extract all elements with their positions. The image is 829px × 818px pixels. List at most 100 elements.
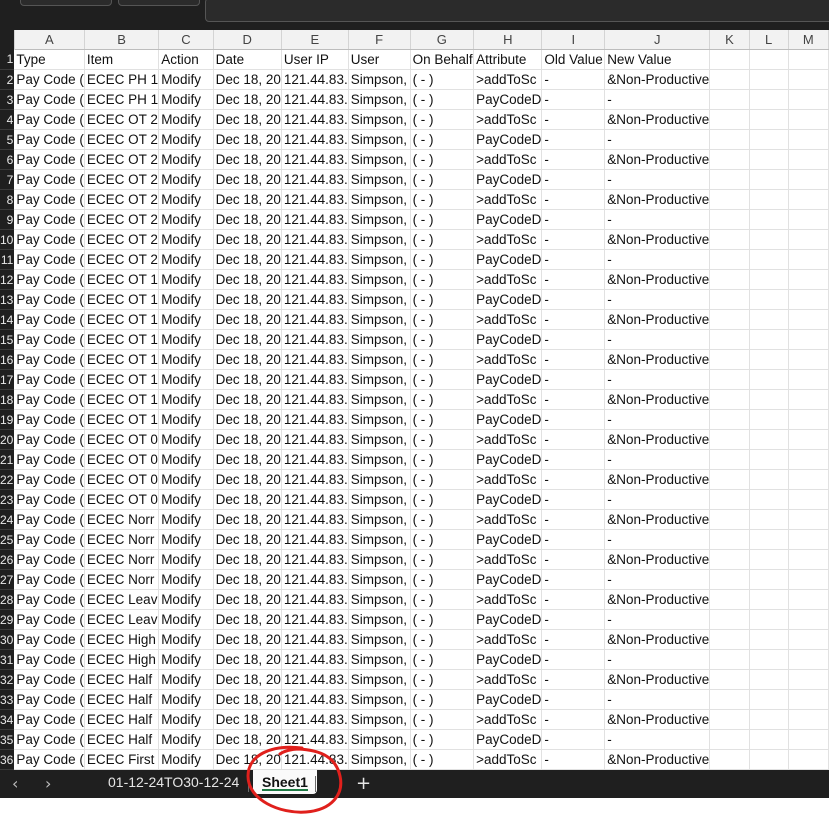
cell[interactable]: 121.44.83. [281,169,349,190]
row-header[interactable]: 27 [0,569,15,590]
cell[interactable]: Pay Code ( [14,529,85,550]
cell[interactable]: ( - ) [410,89,475,110]
cell[interactable]: Simpson, [348,189,411,210]
cell[interactable]: Dec 18, 20 [213,329,282,350]
cell[interactable]: ( - ) [410,349,475,370]
cell[interactable]: 121.44.83. [281,249,349,270]
cell[interactable]: Modify [158,349,214,370]
cell[interactable]: Pay Code ( [14,229,85,250]
cell[interactable]: Modify [158,109,214,130]
cell[interactable]: Modify [158,69,214,90]
cell[interactable]: Pay Code ( [14,149,85,170]
cell[interactable]: Dec 18, 20 [213,89,282,110]
cell[interactable]: PayCodeD [473,409,543,430]
cell[interactable]: Pay Code ( [14,169,85,190]
cell[interactable] [749,289,789,310]
cell[interactable]: - [541,409,606,430]
cell[interactable] [788,669,829,690]
cell[interactable]: 121.44.83. [281,369,349,390]
cell[interactable] [788,269,829,290]
cell[interactable]: - [604,529,711,550]
cell[interactable] [709,709,750,730]
cell[interactable]: - [604,289,711,310]
cell[interactable] [709,249,750,270]
cell[interactable]: - [604,209,711,230]
cell[interactable]: Dec 18, 20 [213,429,282,450]
cell[interactable]: 121.44.83. [281,229,349,250]
cell[interactable]: Dec 18, 20 [213,469,282,490]
cell[interactable]: ( - ) [410,529,475,550]
header-cell[interactable]: Attribute [473,49,543,70]
cell[interactable]: 121.44.83. [281,689,349,710]
cell[interactable]: &Non-Productive [604,309,711,330]
toolbar-control[interactable] [118,0,200,6]
row-header[interactable]: 22 [0,469,15,490]
column-header-b[interactable]: B [84,30,160,50]
cell[interactable]: Dec 18, 20 [213,449,282,470]
cell[interactable]: ECEC Norr [84,569,160,590]
cell[interactable]: PayCodeD [473,89,543,110]
cell[interactable]: PayCodeD [473,489,543,510]
column-header-a[interactable]: A [14,30,85,50]
cell[interactable] [788,569,829,590]
cell[interactable]: Pay Code ( [14,389,85,410]
cell[interactable]: Modify [158,409,214,430]
cell[interactable]: Modify [158,169,214,190]
cell[interactable]: Modify [158,549,214,570]
cell[interactable] [788,229,829,250]
cell[interactable]: Dec 18, 20 [213,209,282,230]
cell[interactable]: Dec 18, 20 [213,129,282,150]
cell[interactable]: - [541,749,606,770]
cell[interactable] [788,629,829,650]
row-header[interactable]: 34 [0,709,15,730]
cell[interactable]: Pay Code ( [14,609,85,630]
cell[interactable]: ECEC Half [84,669,160,690]
cell[interactable]: Simpson, [348,629,411,650]
cell[interactable]: ECEC OT 2 [84,209,160,230]
cell[interactable]: 121.44.83. [281,269,349,290]
cell[interactable]: 121.44.83. [281,709,349,730]
cell[interactable] [788,249,829,270]
cell[interactable]: - [541,509,606,530]
cell[interactable]: &Non-Productive [604,749,711,770]
column-header-k[interactable]: K [709,30,750,50]
cell[interactable]: - [604,609,711,630]
cell[interactable]: - [541,729,606,750]
cell[interactable]: Dec 18, 20 [213,489,282,510]
cell[interactable]: ( - ) [410,389,475,410]
row-header[interactable]: 30 [0,629,15,650]
cell[interactable]: Modify [158,249,214,270]
formula-bar[interactable] [205,0,829,22]
cell[interactable] [749,649,789,670]
cell[interactable]: ( - ) [410,129,475,150]
cell[interactable]: Pay Code ( [14,409,85,430]
cell[interactable]: PayCodeD [473,329,543,350]
cell[interactable]: ECEC OT 2 [84,129,160,150]
cell[interactable]: &Non-Productive [604,509,711,530]
cell[interactable] [749,469,789,490]
cell[interactable]: Modify [158,469,214,490]
cell[interactable]: Modify [158,649,214,670]
cell[interactable] [788,749,829,770]
select-all-corner[interactable] [0,30,15,50]
cell[interactable]: PayCodeD [473,729,543,750]
row-header[interactable]: 2 [0,69,15,90]
cell[interactable]: Simpson, [348,229,411,250]
cell[interactable]: Pay Code ( [14,269,85,290]
cell[interactable]: &Non-Productive [604,629,711,650]
cell[interactable]: ECEC OT 2 [84,149,160,170]
cell[interactable]: ( - ) [410,429,475,450]
cell[interactable]: - [604,569,711,590]
cell[interactable]: ( - ) [410,549,475,570]
cell[interactable] [709,629,750,650]
cell[interactable]: 121.44.83. [281,649,349,670]
cell[interactable] [709,509,750,530]
cell[interactable] [749,269,789,290]
cell[interactable]: Modify [158,509,214,530]
cell[interactable]: Simpson, [348,469,411,490]
cell[interactable]: Simpson, [348,509,411,530]
cell[interactable] [749,749,789,770]
chevron-right-icon[interactable]: › [45,774,51,793]
cell[interactable] [709,549,750,570]
cell[interactable]: Dec 18, 20 [213,309,282,330]
